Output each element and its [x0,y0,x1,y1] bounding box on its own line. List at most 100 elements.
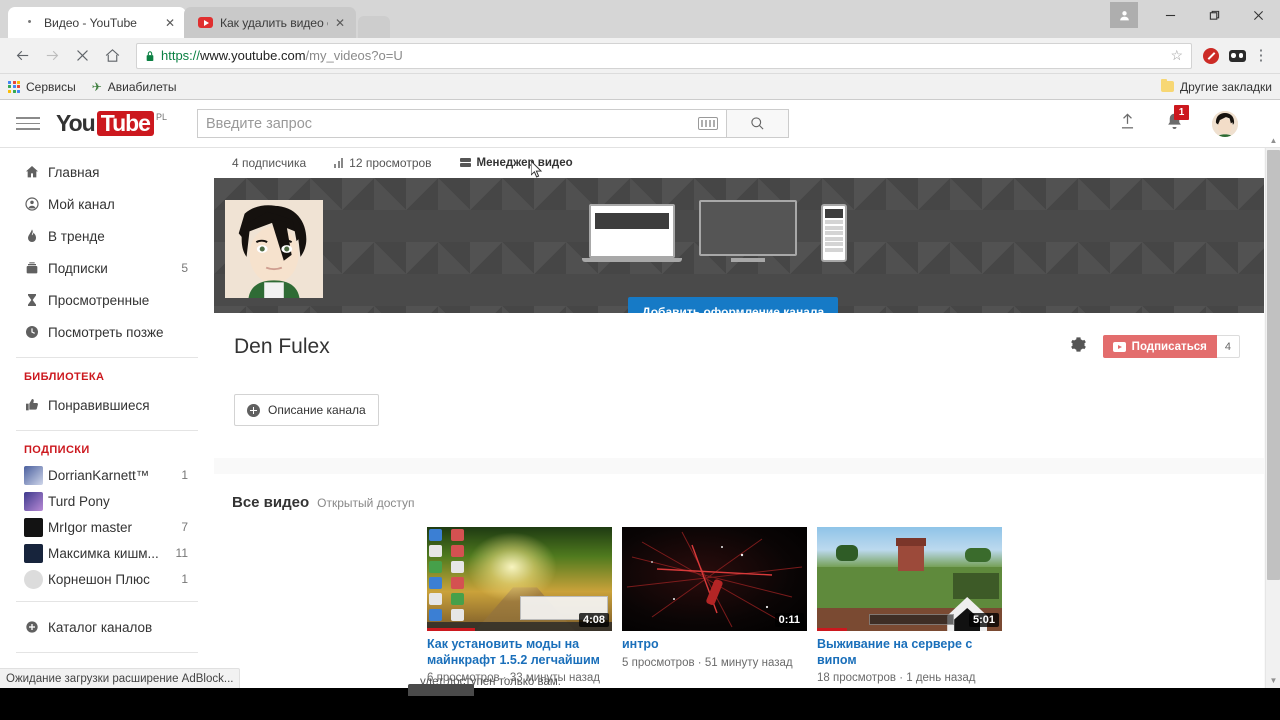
close-window-button[interactable] [1236,0,1280,30]
browser-tab-2[interactable]: Как удалить видео с кан ✕ [184,7,356,38]
scrollbar-thumb[interactable] [1267,150,1280,580]
stop-loading-icon[interactable] [68,42,96,70]
video-thumbnail[interactable]: 5:01 [817,527,1002,631]
browser-tab-1[interactable]: • Видео - YouTube ✕ [8,7,186,38]
status-bar: Ожидание загрузки расширение AdBlock... [0,668,241,688]
search-input[interactable]: Введите запрос [196,109,727,138]
video-duration: 5:01 [968,613,999,627]
tv-mockup [699,200,797,262]
back-arrow-icon[interactable] [8,42,36,70]
close-icon[interactable]: ✕ [164,17,176,29]
bookmark-flights[interactable]: ✈ Авиабилеты [92,80,177,94]
search-button[interactable] [726,109,789,138]
account-icon [24,196,48,212]
channel-description-button[interactable]: Описание канала [234,394,379,426]
sidebar-item-trending[interactable]: В тренде [0,220,214,252]
video-title[interactable]: интро [622,637,807,653]
adblock-icon[interactable] [1198,47,1224,64]
video-manager-link[interactable]: Менеджер видео [459,157,573,169]
video-thumbnail[interactable]: 4:08 [427,527,612,631]
page-scrollbar[interactable]: ▲ ▼ [1265,136,1280,688]
channel-avatar [24,517,43,537]
avatar[interactable] [1212,110,1238,137]
sidebar-item-home[interactable]: Главная [0,156,214,188]
sidebar-item-channel-catalog[interactable]: Каталог каналов [0,611,214,643]
divider [16,430,198,431]
video-card[interactable]: 0:11 интро 5 просмотров · 51 минуту наза… [622,527,807,684]
sidebar-heading-library: БИБЛИОТЕКА [24,371,105,383]
channel-avatar [24,569,43,589]
address-bar[interactable]: https://www.youtube.com/my_videos?o=U ☆ [136,42,1192,69]
airplane-icon: ✈ [91,79,102,94]
dark-reader-icon[interactable] [1224,49,1250,62]
sidebar-item-label: Turd Pony [48,493,110,509]
sidebar-item-liked[interactable]: Понравившиеся [0,389,214,421]
bookmark-label: Сервисы [26,79,76,94]
plus-circle-icon [247,403,260,417]
subscriber-count-label: 4 подписчика [232,156,307,170]
view-count: 12 просмотров [334,156,432,170]
forward-arrow-icon[interactable] [38,42,66,70]
subscriptions-icon [24,260,48,276]
other-bookmarks-button[interactable]: Другие закладки [1161,78,1272,94]
logo-tube-text: Tube [96,111,154,136]
logo-country-code: PL [155,112,167,122]
scroll-down-arrow-icon[interactable]: ▼ [1266,673,1280,688]
bookmark-services[interactable]: Сервисы [8,80,76,94]
sidebar-subscription-item[interactable]: Корнешон Плюс 1 [0,566,214,592]
new-tab-button[interactable] [358,16,390,38]
letterbox-bottom [0,688,1280,720]
minimize-button[interactable] [1148,0,1192,30]
kebab-menu-icon[interactable]: ⋮ [1250,48,1272,63]
youtube-logo[interactable]: You Tube PL [56,111,167,136]
close-icon[interactable]: ✕ [334,17,346,29]
video-age: 1 день назад [906,672,976,685]
video-views: 18 просмотров [817,672,896,685]
sidebar-item-label: Максимка кишм... [48,545,159,561]
sidebar-item-count: 1 [181,572,188,586]
hamburger-menu-icon[interactable] [16,117,40,130]
sidebar-subscription-item[interactable]: MrIgor master 7 [0,514,214,540]
video-grid: 4:08 Как установить моды на майнкрафт 1.… [232,527,1240,684]
clock-icon [24,324,48,340]
sidebar-item-subscriptions[interactable]: Подписки 5 [0,252,214,284]
subscribe-button[interactable]: Подписаться [1102,335,1217,358]
sidebar-subscription-item[interactable]: Turd Pony [0,488,214,514]
page-body: Главная Мой канал В тренде Подписки 5 Пр… [0,148,1280,720]
video-views: 5 просмотров [622,656,695,669]
video-thumbnail[interactable]: 0:11 [622,527,807,631]
tabstrip: • Видео - YouTube ✕ Как удалить видео с … [0,0,390,38]
notifications-count: 1 [1174,104,1189,120]
maximize-button[interactable] [1192,0,1236,30]
video-title[interactable]: Как установить моды на майнкрафт 1.5.2 л… [427,637,612,668]
sidebar-subscription-item[interactable]: DorrianKarnett™ 1 [0,462,214,488]
tab-title: Как удалить видео с кан [220,15,328,30]
notifications-button[interactable]: 1 [1165,104,1189,136]
banner-channel-avatar[interactable] [225,200,323,298]
sidebar-item-count: 11 [175,546,188,560]
sidebar-item-my-channel[interactable]: Мой канал [0,188,214,220]
video-card[interactable]: 4:08 Как установить моды на майнкрафт 1.… [427,527,612,684]
sidebar-item-count: 1 [181,468,188,482]
scroll-up-arrow-icon[interactable]: ▲ [1266,133,1280,148]
add-channel-art-button[interactable]: Добавить оформление канала [628,297,839,313]
window-controls [1110,0,1280,30]
profile-icon[interactable] [1110,2,1138,28]
sidebar-item-watch-later[interactable]: Посмотреть позже [0,316,214,348]
sidebar-item-label: Посмотреть позже [48,324,164,340]
star-icon[interactable]: ☆ [1170,47,1183,64]
apps-grid-icon [8,80,20,93]
history-hourglass-icon [24,292,48,308]
plus-circle-icon [24,619,48,635]
sidebar-subscription-item[interactable]: Максимка кишм... 11 [0,540,214,566]
url-path: /my_videos?o=U [305,48,403,63]
channel-actions: Подписаться 4 [1070,335,1240,358]
video-title[interactable]: Выживание на сервере с випом [817,637,1002,668]
videos-section-header: Все видео Открытый доступ [232,494,1240,511]
video-card[interactable]: 5:01 Выживание на сервере с випом 18 про… [817,527,1002,684]
home-icon[interactable] [98,42,126,70]
gear-icon[interactable] [1070,336,1087,358]
upload-icon[interactable] [1118,112,1137,136]
sidebar-item-history[interactable]: Просмотренные [0,284,214,316]
keyboard-icon[interactable] [697,117,718,130]
